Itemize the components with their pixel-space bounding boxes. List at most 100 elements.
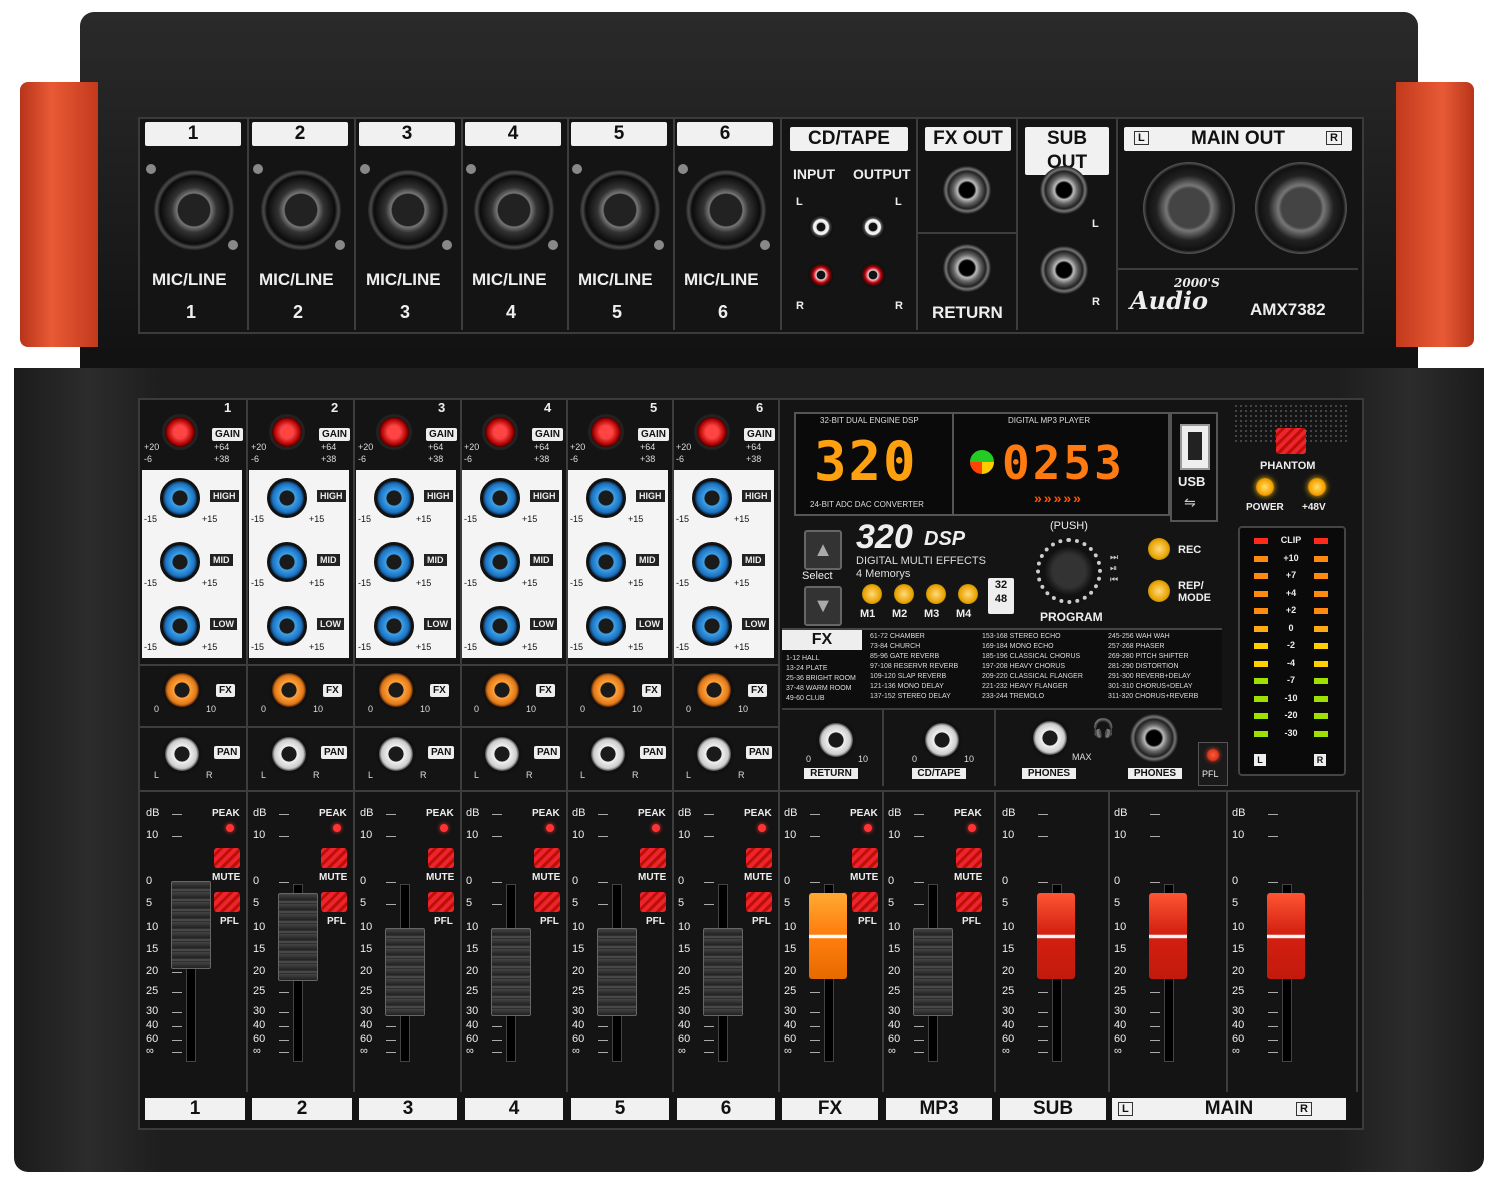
eq-mid-knob-3[interactable] [374, 542, 414, 582]
pan-knob-2[interactable] [269, 734, 309, 774]
rep-mode-button[interactable] [1148, 580, 1170, 602]
eq-mid-knob-2[interactable] [267, 542, 307, 582]
gain-knob-6[interactable] [694, 414, 730, 450]
pfl-button-7[interactable] [852, 892, 878, 912]
fx-send-knob-4[interactable] [482, 670, 522, 710]
select-down-button[interactable]: ▼ [804, 586, 842, 626]
eq-high-knob-5[interactable] [586, 478, 626, 518]
fader-4-cap[interactable] [491, 927, 531, 1016]
memory-3-button[interactable] [926, 584, 946, 604]
memory-2-button[interactable] [894, 584, 914, 604]
return-jack[interactable] [943, 244, 991, 292]
eq-low-knob-1[interactable] [160, 606, 200, 646]
fader-10-cap[interactable] [1149, 892, 1187, 979]
pan-knob-5[interactable] [588, 734, 628, 774]
cdtape-input-r-jack[interactable] [808, 262, 834, 288]
eq-high-knob-6[interactable] [692, 478, 732, 518]
mute-button-2[interactable] [321, 848, 347, 868]
fader-1-cap[interactable] [171, 881, 211, 970]
pfl-button-2[interactable] [321, 892, 347, 912]
cdtape-l-right: L [895, 196, 902, 208]
rec-button[interactable] [1148, 538, 1170, 560]
mute-button-5[interactable] [640, 848, 666, 868]
fx-send-knob-5[interactable] [588, 670, 628, 710]
eq-mid-knob-6[interactable] [692, 542, 732, 582]
eq-low-knob-6[interactable] [692, 606, 732, 646]
pfl-button-4[interactable] [534, 892, 560, 912]
eq-high-knob-4[interactable] [480, 478, 520, 518]
phantom-button[interactable] [1276, 428, 1306, 454]
phones-jack[interactable] [1130, 714, 1178, 762]
eq-low-knob-2[interactable] [267, 606, 307, 646]
mute-button-4[interactable] [534, 848, 560, 868]
eq-low-knob-5[interactable] [586, 606, 626, 646]
cdtape-output-l-jack[interactable] [860, 214, 886, 240]
fader-8-cap[interactable] [913, 927, 953, 1016]
pan-knob-6[interactable] [694, 734, 734, 774]
mute-button-6[interactable] [746, 848, 772, 868]
fader-9-cap[interactable] [1037, 892, 1075, 979]
gain-knob-3[interactable] [376, 414, 412, 450]
pan-knob-3[interactable] [376, 734, 416, 774]
gain-left-bot-6: -6 [676, 454, 685, 464]
eq-low-knob-3[interactable] [374, 606, 414, 646]
fx-send-knob-3[interactable] [376, 670, 416, 710]
fader-3-cap[interactable] [385, 927, 425, 1016]
pfl-button-3[interactable] [428, 892, 454, 912]
select-up-button[interactable]: ▲ [804, 530, 842, 570]
pfl-button-5[interactable] [640, 892, 666, 912]
program-encoder-knob[interactable] [1036, 538, 1102, 604]
mainout-l-xlr[interactable] [1143, 162, 1235, 254]
fx-send-knob-2[interactable] [269, 670, 309, 710]
combo-jack-2[interactable] [261, 170, 341, 250]
eq-mid-knob-1[interactable] [160, 542, 200, 582]
fxout-jack[interactable] [943, 166, 991, 214]
cdtape-knob[interactable] [922, 720, 962, 760]
fader-5-cap[interactable] [597, 927, 637, 1016]
mute-button-1[interactable] [214, 848, 240, 868]
pfl-button-1[interactable] [214, 892, 240, 912]
eq-high-knob-2[interactable] [267, 478, 307, 518]
phones-knob[interactable] [1030, 718, 1070, 758]
combo-jack-1[interactable] [154, 170, 234, 250]
eq-high-knob-3[interactable] [374, 478, 414, 518]
eq-low-knob-4[interactable] [480, 606, 520, 646]
memory-1-button[interactable] [862, 584, 882, 604]
fx-send-knob-6[interactable] [694, 670, 734, 710]
fader-6-cap[interactable] [703, 927, 743, 1016]
memory-4-button[interactable] [958, 584, 978, 604]
combo-jack-5[interactable] [580, 170, 660, 250]
fader-7-cap[interactable] [809, 892, 847, 979]
combo-jack-4[interactable] [474, 170, 554, 250]
combo-jack-6[interactable] [686, 170, 766, 250]
fader-tick [492, 882, 502, 883]
pan-knob-4[interactable] [482, 734, 522, 774]
pfl-label-4: PFL [540, 916, 559, 927]
eq-mid-knob-4[interactable] [480, 542, 520, 582]
subout-l-jack[interactable] [1040, 166, 1088, 214]
mute-button-7[interactable] [852, 848, 878, 868]
pfl-button-8[interactable] [956, 892, 982, 912]
pfl-button-6[interactable] [746, 892, 772, 912]
eq-high-knob-1[interactable] [160, 478, 200, 518]
fader-2-cap[interactable] [278, 892, 318, 981]
mainout-r-xlr[interactable] [1255, 162, 1347, 254]
usb-port[interactable] [1180, 424, 1210, 470]
fader-11-cap[interactable] [1267, 892, 1305, 979]
fx-send-knob-1[interactable] [162, 670, 202, 710]
eq-mid-knob-5[interactable] [586, 542, 626, 582]
cdtape-input-l-jack[interactable] [808, 214, 834, 240]
subout-r-jack[interactable] [1040, 246, 1088, 294]
gain-knob-2[interactable] [269, 414, 305, 450]
gain-knob-5[interactable] [588, 414, 624, 450]
pan-knob-1[interactable] [162, 734, 202, 774]
gain-knob-4[interactable] [482, 414, 518, 450]
cdtape-output-r-jack[interactable] [860, 262, 886, 288]
mute-button-3[interactable] [428, 848, 454, 868]
gain-knob-1[interactable] [162, 414, 198, 450]
combo-jack-3[interactable] [368, 170, 448, 250]
mute-button-8[interactable] [956, 848, 982, 868]
fader-tick [810, 1012, 820, 1013]
usb-panel: USB ⇋ [1170, 412, 1218, 522]
return-knob[interactable] [816, 720, 856, 760]
